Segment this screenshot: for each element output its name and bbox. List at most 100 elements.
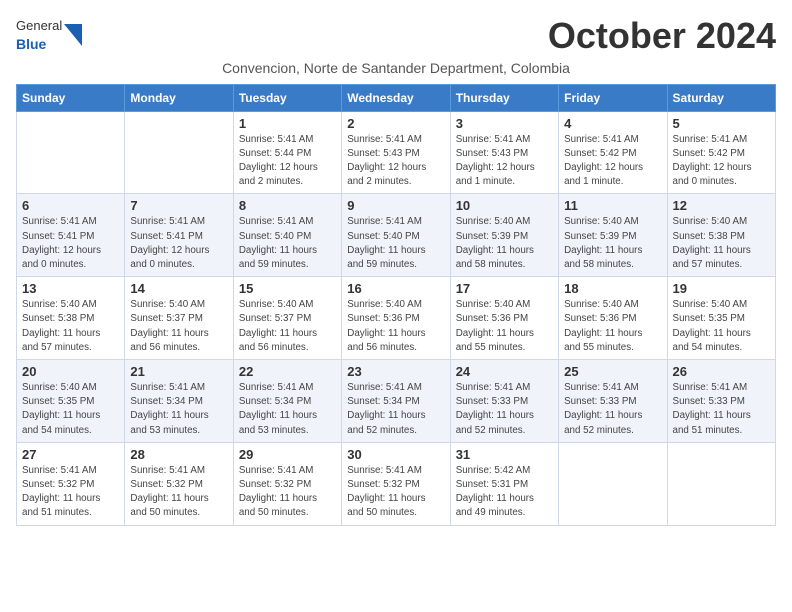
day-number: 7 bbox=[130, 198, 227, 213]
day-number: 11 bbox=[564, 198, 661, 213]
day-number: 8 bbox=[239, 198, 336, 213]
day-info: Sunrise: 5:41 AMSunset: 5:32 PMDaylight:… bbox=[239, 464, 336, 521]
day-info: Sunrise: 5:41 AMSunset: 5:34 PMDaylight:… bbox=[130, 381, 227, 438]
calendar-cell: 17 Sunrise: 5:40 AMSunset: 5:36 PMDayligh… bbox=[450, 277, 558, 360]
day-number: 17 bbox=[456, 281, 553, 296]
calendar-body: 1 Sunrise: 5:41 AMSunset: 5:44 PMDaylight… bbox=[17, 111, 776, 525]
day-number: 19 bbox=[673, 281, 770, 296]
day-number: 10 bbox=[456, 198, 553, 213]
day-number: 18 bbox=[564, 281, 661, 296]
day-info: Sunrise: 5:41 AMSunset: 5:33 PMDaylight:… bbox=[673, 381, 770, 438]
day-info: Sunrise: 5:41 AMSunset: 5:40 PMDaylight:… bbox=[239, 215, 336, 272]
day-info: Sunrise: 5:41 AMSunset: 5:41 PMDaylight:… bbox=[130, 215, 227, 272]
day-number: 21 bbox=[130, 364, 227, 379]
day-number: 29 bbox=[239, 447, 336, 462]
day-info: Sunrise: 5:40 AMSunset: 5:38 PMDaylight:… bbox=[22, 298, 119, 355]
calendar-cell: 28Sunrise: 5:41 AMSunset: 5:32 PMDayligh… bbox=[125, 442, 233, 525]
day-info: Sunrise: 5:40 AMSunset: 5:35 PMDaylight:… bbox=[22, 381, 119, 438]
day-info: Sunrise: 5:41 AMSunset: 5:32 PMDaylight:… bbox=[347, 464, 444, 521]
calendar-cell: 31Sunrise: 5:42 AMSunset: 5:31 PMDayligh… bbox=[450, 442, 558, 525]
calendar-cell bbox=[667, 442, 775, 525]
week-row-2: 6 Sunrise: 5:41 AMSunset: 5:41 PMDaylight… bbox=[17, 194, 776, 277]
day-number: 2 bbox=[347, 116, 444, 131]
day-info: Sunrise: 5:40 AMSunset: 5:36 PMDaylight:… bbox=[347, 298, 444, 355]
day-number: 3 bbox=[456, 116, 553, 131]
week-row-5: 27 Sunrise: 5:41 AMSunset: 5:32 PMDayligh… bbox=[17, 442, 776, 525]
day-info: Sunrise: 5:41 AMSunset: 5:42 PMDaylight:… bbox=[673, 133, 770, 190]
day-number: 23 bbox=[347, 364, 444, 379]
calendar-cell: 4 Sunrise: 5:41 AMSunset: 5:42 PMDaylight… bbox=[559, 111, 667, 194]
day-number: 14 bbox=[130, 281, 227, 296]
calendar-cell: 2Sunrise: 5:41 AMSunset: 5:43 PMDaylight… bbox=[342, 111, 450, 194]
day-number: 24 bbox=[456, 364, 553, 379]
week-row-1: 1 Sunrise: 5:41 AMSunset: 5:44 PMDaylight… bbox=[17, 111, 776, 194]
week-row-4: 20 Sunrise: 5:40 AMSunset: 5:35 PMDayligh… bbox=[17, 360, 776, 443]
day-number: 5 bbox=[673, 116, 770, 131]
weekday-friday: Friday bbox=[559, 84, 667, 111]
calendar-cell bbox=[125, 111, 233, 194]
day-number: 30 bbox=[347, 447, 444, 462]
day-number: 25 bbox=[564, 364, 661, 379]
calendar-cell: 27 Sunrise: 5:41 AMSunset: 5:32 PMDayligh… bbox=[17, 442, 125, 525]
day-info: Sunrise: 5:40 AMSunset: 5:39 PMDaylight:… bbox=[564, 215, 661, 272]
day-info: Sunrise: 5:40 AMSunset: 5:35 PMDaylight:… bbox=[673, 298, 770, 355]
title-area: October 2024 bbox=[548, 16, 776, 56]
calendar-cell: 26Sunrise: 5:41 AMSunset: 5:33 PMDayligh… bbox=[667, 360, 775, 443]
calendar-cell: 15 Sunrise: 5:40 AMSunset: 5:37 PMDayligh… bbox=[233, 277, 341, 360]
day-number: 16 bbox=[347, 281, 444, 296]
day-info: Sunrise: 5:40 AMSunset: 5:36 PMDaylight:… bbox=[564, 298, 661, 355]
day-info: Sunrise: 5:41 AMSunset: 5:42 PMDaylight:… bbox=[564, 133, 661, 190]
day-info: Sunrise: 5:41 AMSunset: 5:41 PMDaylight:… bbox=[22, 215, 119, 272]
day-number: 6 bbox=[22, 198, 119, 213]
day-info: Sunrise: 5:41 AMSunset: 5:34 PMDaylight:… bbox=[347, 381, 444, 438]
logo: General Blue bbox=[16, 16, 82, 54]
calendar-cell: 25 Sunrise: 5:41 AMSunset: 5:33 PMDayligh… bbox=[559, 360, 667, 443]
calendar-cell: 13 Sunrise: 5:40 AMSunset: 5:38 PMDayligh… bbox=[17, 277, 125, 360]
calendar-cell: 6 Sunrise: 5:41 AMSunset: 5:41 PMDaylight… bbox=[17, 194, 125, 277]
calendar-cell: 29 Sunrise: 5:41 AMSunset: 5:32 PMDayligh… bbox=[233, 442, 341, 525]
weekday-monday: Monday bbox=[125, 84, 233, 111]
day-info: Sunrise: 5:42 AMSunset: 5:31 PMDaylight:… bbox=[456, 464, 553, 521]
weekday-thursday: Thursday bbox=[450, 84, 558, 111]
day-number: 27 bbox=[22, 447, 119, 462]
day-info: Sunrise: 5:40 AMSunset: 5:36 PMDaylight:… bbox=[456, 298, 553, 355]
day-number: 20 bbox=[22, 364, 119, 379]
weekday-tuesday: Tuesday bbox=[233, 84, 341, 111]
location-subtitle: Convencion, Norte de Santander Departmen… bbox=[16, 60, 776, 76]
calendar-table: SundayMondayTuesdayWednesdayThursdayFrid… bbox=[16, 84, 776, 526]
day-info: Sunrise: 5:40 AMSunset: 5:39 PMDaylight:… bbox=[456, 215, 553, 272]
calendar-cell bbox=[17, 111, 125, 194]
day-info: Sunrise: 5:41 AMSunset: 5:34 PMDaylight:… bbox=[239, 381, 336, 438]
day-info: Sunrise: 5:41 AMSunset: 5:44 PMDaylight:… bbox=[239, 133, 336, 190]
day-info: Sunrise: 5:40 AMSunset: 5:38 PMDaylight:… bbox=[673, 215, 770, 272]
logo-arrow-icon bbox=[64, 24, 82, 46]
calendar-cell: 24 Sunrise: 5:41 AMSunset: 5:33 PMDayligh… bbox=[450, 360, 558, 443]
calendar-cell: 12Sunrise: 5:40 AMSunset: 5:38 PMDayligh… bbox=[667, 194, 775, 277]
day-number: 15 bbox=[239, 281, 336, 296]
calendar-cell: 14 Sunrise: 5:40 AMSunset: 5:37 PMDayligh… bbox=[125, 277, 233, 360]
calendar-cell: 19 Sunrise: 5:40 AMSunset: 5:35 PMDayligh… bbox=[667, 277, 775, 360]
day-info: Sunrise: 5:41 AMSunset: 5:32 PMDaylight:… bbox=[22, 464, 119, 521]
day-info: Sunrise: 5:40 AMSunset: 5:37 PMDaylight:… bbox=[130, 298, 227, 355]
day-number: 28 bbox=[130, 447, 227, 462]
weekday-wednesday: Wednesday bbox=[342, 84, 450, 111]
calendar-cell: 10 Sunrise: 5:40 AMSunset: 5:39 PMDayligh… bbox=[450, 194, 558, 277]
day-number: 4 bbox=[564, 116, 661, 131]
calendar-cell: 21 Sunrise: 5:41 AMSunset: 5:34 PMDayligh… bbox=[125, 360, 233, 443]
month-title: October 2024 bbox=[548, 16, 776, 56]
day-info: Sunrise: 5:41 AMSunset: 5:33 PMDaylight:… bbox=[564, 381, 661, 438]
day-info: Sunrise: 5:41 AMSunset: 5:43 PMDaylight:… bbox=[456, 133, 553, 190]
day-number: 1 bbox=[239, 116, 336, 131]
calendar-cell: 23 Sunrise: 5:41 AMSunset: 5:34 PMDayligh… bbox=[342, 360, 450, 443]
calendar-cell: 9Sunrise: 5:41 AMSunset: 5:40 PMDaylight… bbox=[342, 194, 450, 277]
calendar-cell: 16 Sunrise: 5:40 AMSunset: 5:36 PMDayligh… bbox=[342, 277, 450, 360]
calendar-cell: 1 Sunrise: 5:41 AMSunset: 5:44 PMDaylight… bbox=[233, 111, 341, 194]
day-number: 13 bbox=[22, 281, 119, 296]
calendar-cell: 7 Sunrise: 5:41 AMSunset: 5:41 PMDaylight… bbox=[125, 194, 233, 277]
day-info: Sunrise: 5:40 AMSunset: 5:37 PMDaylight:… bbox=[239, 298, 336, 355]
calendar-cell: 30 Sunrise: 5:41 AMSunset: 5:32 PMDayligh… bbox=[342, 442, 450, 525]
calendar-cell: 11 Sunrise: 5:40 AMSunset: 5:39 PMDayligh… bbox=[559, 194, 667, 277]
day-info: Sunrise: 5:41 AMSunset: 5:33 PMDaylight:… bbox=[456, 381, 553, 438]
day-number: 22 bbox=[239, 364, 336, 379]
weekday-saturday: Saturday bbox=[667, 84, 775, 111]
